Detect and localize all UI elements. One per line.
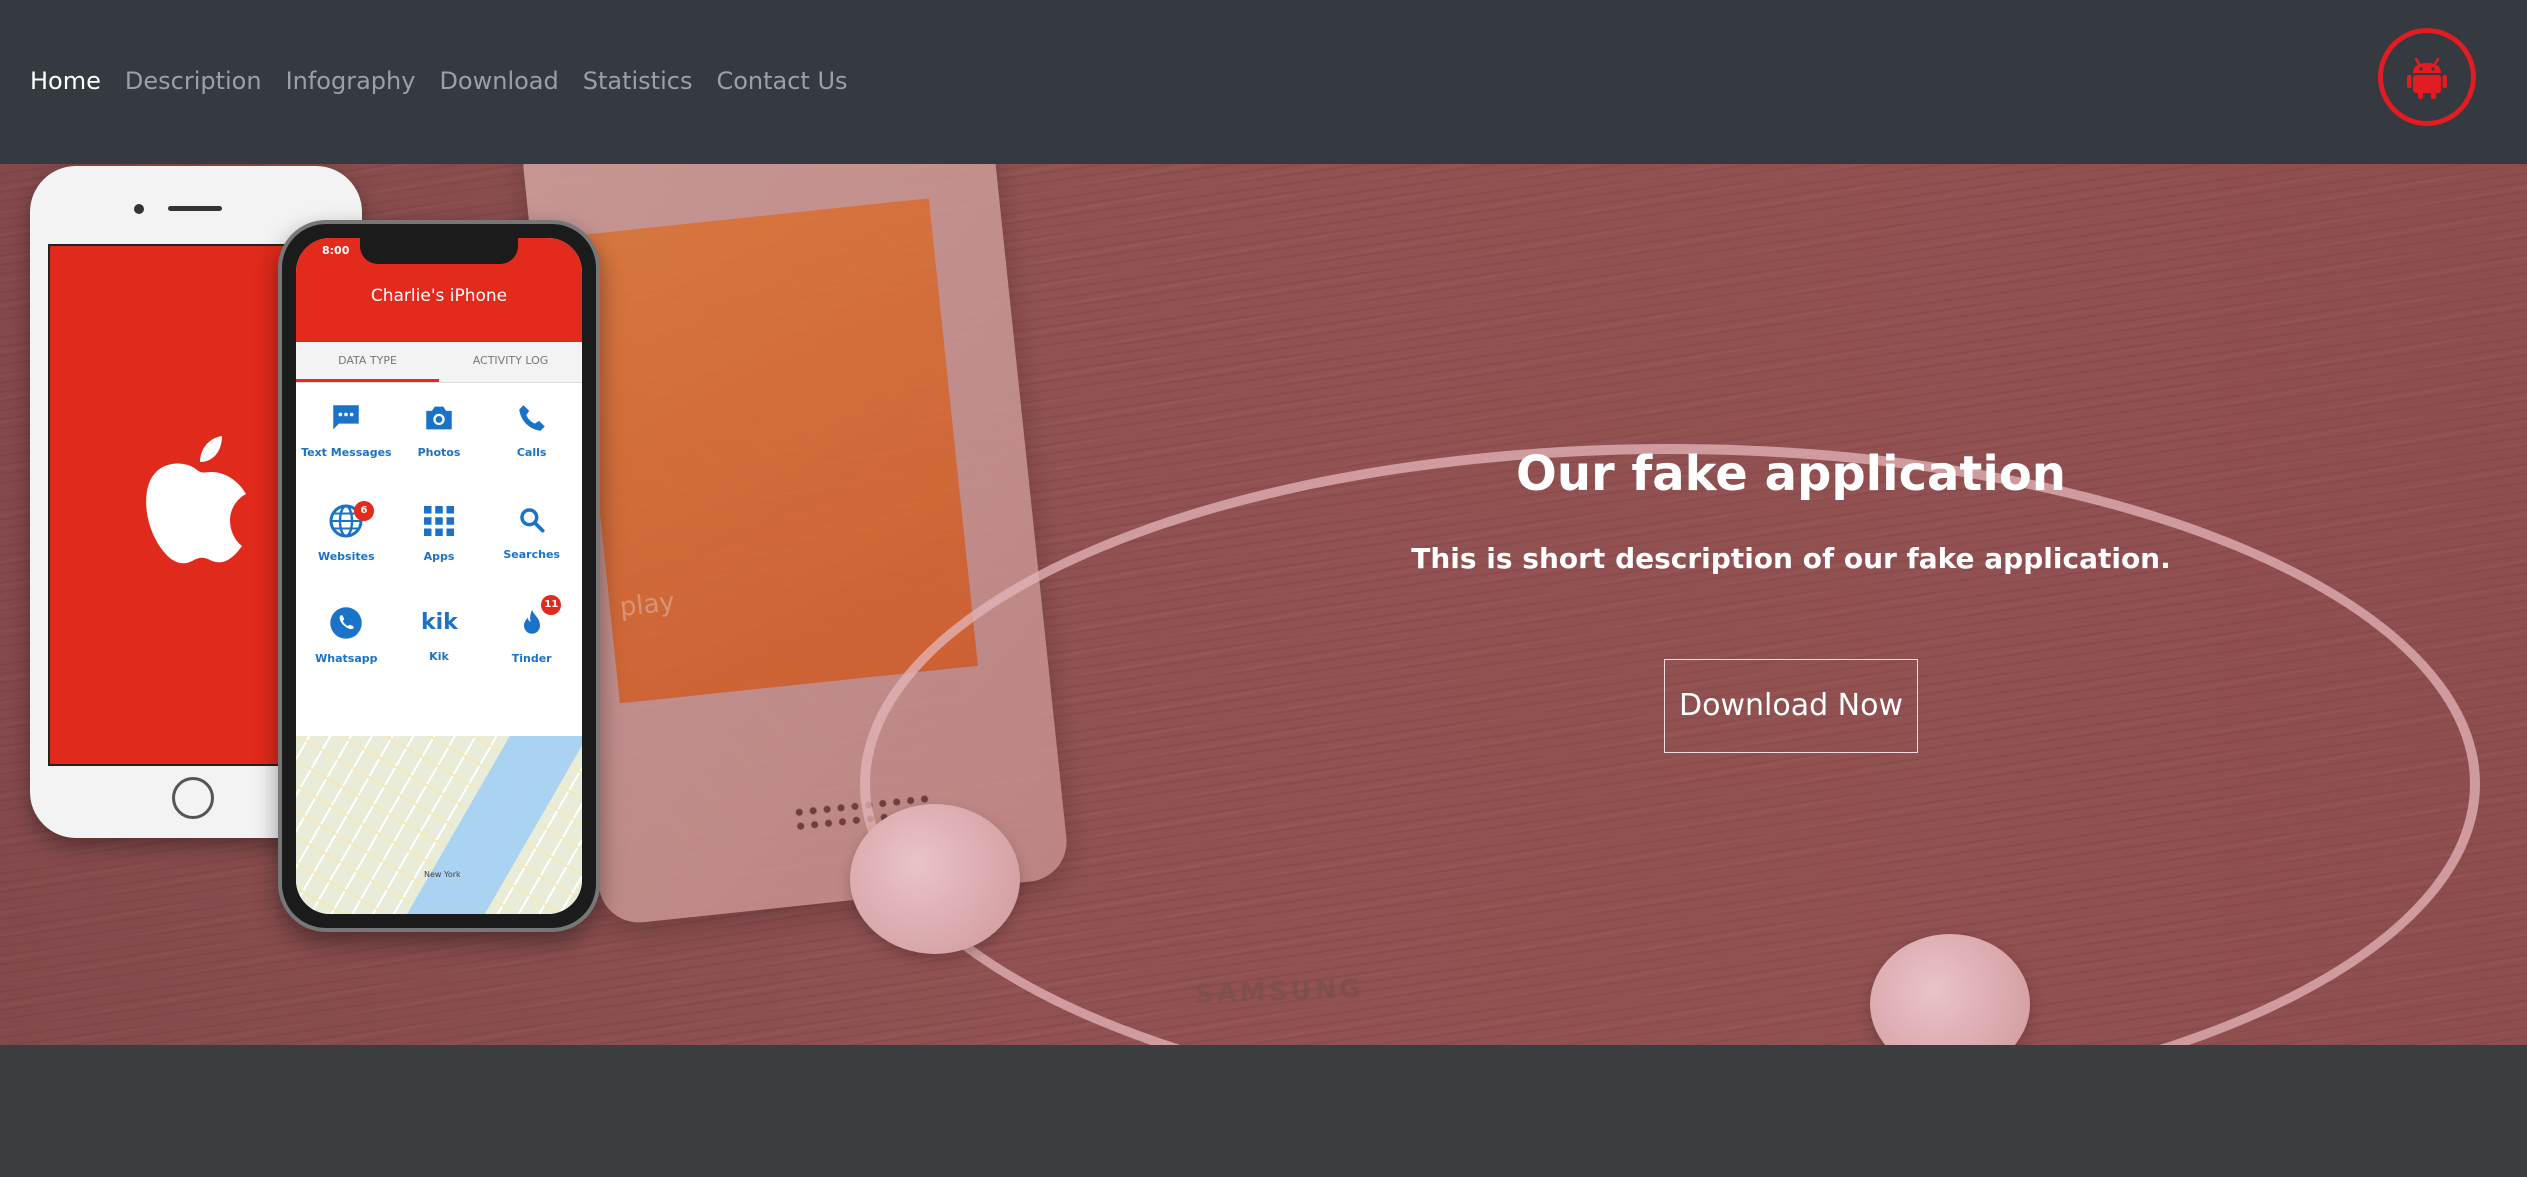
app-label: Text Messages bbox=[301, 446, 392, 459]
map-label: New York bbox=[424, 870, 461, 879]
apple-logo-icon bbox=[146, 436, 246, 564]
tab-activity-log: ACTIVITY LOG bbox=[472, 354, 549, 367]
phone-icon bbox=[518, 405, 545, 431]
nav-download-link[interactable]: Download bbox=[439, 64, 558, 98]
home-button-ring bbox=[172, 777, 214, 819]
app-label: Websites bbox=[317, 550, 375, 563]
app-tile-tinder: 11 Tinder bbox=[485, 595, 578, 697]
app-tile-kik: kik· Kik bbox=[393, 605, 486, 697]
download-now-button[interactable]: Download Now bbox=[1664, 659, 1918, 753]
search-icon bbox=[519, 508, 545, 533]
page-footer-area bbox=[0, 1045, 2527, 1177]
phone-notch bbox=[360, 238, 518, 264]
app-tile-websites: 6 Websites bbox=[300, 501, 393, 595]
hero-description: This is short description of our fake ap… bbox=[1411, 542, 2171, 575]
message-icon bbox=[333, 405, 360, 430]
grid-icon bbox=[423, 506, 454, 536]
nav-home-link[interactable]: Home bbox=[30, 64, 101, 98]
app-title: Charlie's iPhone bbox=[370, 286, 508, 306]
map-preview: New York bbox=[296, 736, 582, 914]
main-nav: Home Description Infography Download Sta… bbox=[30, 64, 848, 98]
whatsapp-icon bbox=[330, 607, 363, 639]
kik-icon: kik· bbox=[421, 610, 459, 635]
tab-data-type: DATA TYPE bbox=[296, 342, 439, 382]
nav-contact-link[interactable]: Contact Us bbox=[716, 64, 847, 98]
nav-statistics-link[interactable]: Statistics bbox=[583, 64, 693, 98]
hero-section: play SAMSUNG 8:00 Charlie's iPhone DATA … bbox=[0, 164, 2527, 1045]
android-button[interactable] bbox=[2378, 28, 2476, 126]
app-label: Searches bbox=[503, 548, 560, 561]
app-label: Apps bbox=[423, 550, 455, 563]
app-tabs: DATA TYPE ACTIVITY LOG bbox=[296, 342, 582, 383]
phone-speaker bbox=[168, 206, 222, 211]
websites-badge: 6 bbox=[354, 501, 374, 521]
nav-infography-link[interactable]: Infography bbox=[286, 64, 416, 98]
camera-icon bbox=[426, 406, 452, 430]
app-tile-searches: Searches bbox=[485, 503, 578, 595]
android-icon bbox=[2407, 57, 2447, 99]
tinder-badge: 11 bbox=[541, 595, 562, 615]
app-tile-calls: Calls bbox=[485, 401, 578, 493]
svg-text:kik·: kik· bbox=[421, 610, 459, 635]
app-tile-whatsapp: Whatsapp bbox=[300, 605, 393, 697]
phone-camera bbox=[134, 204, 144, 214]
app-label: Kik bbox=[429, 650, 449, 663]
app-header: 8:00 Charlie's iPhone bbox=[296, 238, 582, 342]
app-tile-photos: Photos bbox=[393, 401, 486, 493]
status-time: 8:00 bbox=[322, 244, 350, 257]
app-label: Calls bbox=[516, 446, 547, 459]
app-label: Whatsapp bbox=[315, 652, 378, 665]
app-screen: 8:00 Charlie's iPhone DATA TYPE ACTIVITY… bbox=[296, 238, 582, 914]
navbar: Home Description Infography Download Sta… bbox=[0, 0, 2527, 164]
iphone-x-mockup: 8:00 Charlie's iPhone DATA TYPE ACTIVITY… bbox=[278, 220, 600, 932]
app-tile-text-messages: Text Messages bbox=[300, 401, 393, 493]
app-tile-apps: Apps bbox=[393, 503, 486, 595]
nav-description-link[interactable]: Description bbox=[125, 64, 262, 98]
hero-title: Our fake application bbox=[1516, 446, 2066, 502]
app-label: Tinder bbox=[511, 652, 552, 665]
app-label: Photos bbox=[417, 446, 461, 459]
app-grid: Text Messages Photos Calls 6 Websites Ap… bbox=[296, 383, 582, 703]
